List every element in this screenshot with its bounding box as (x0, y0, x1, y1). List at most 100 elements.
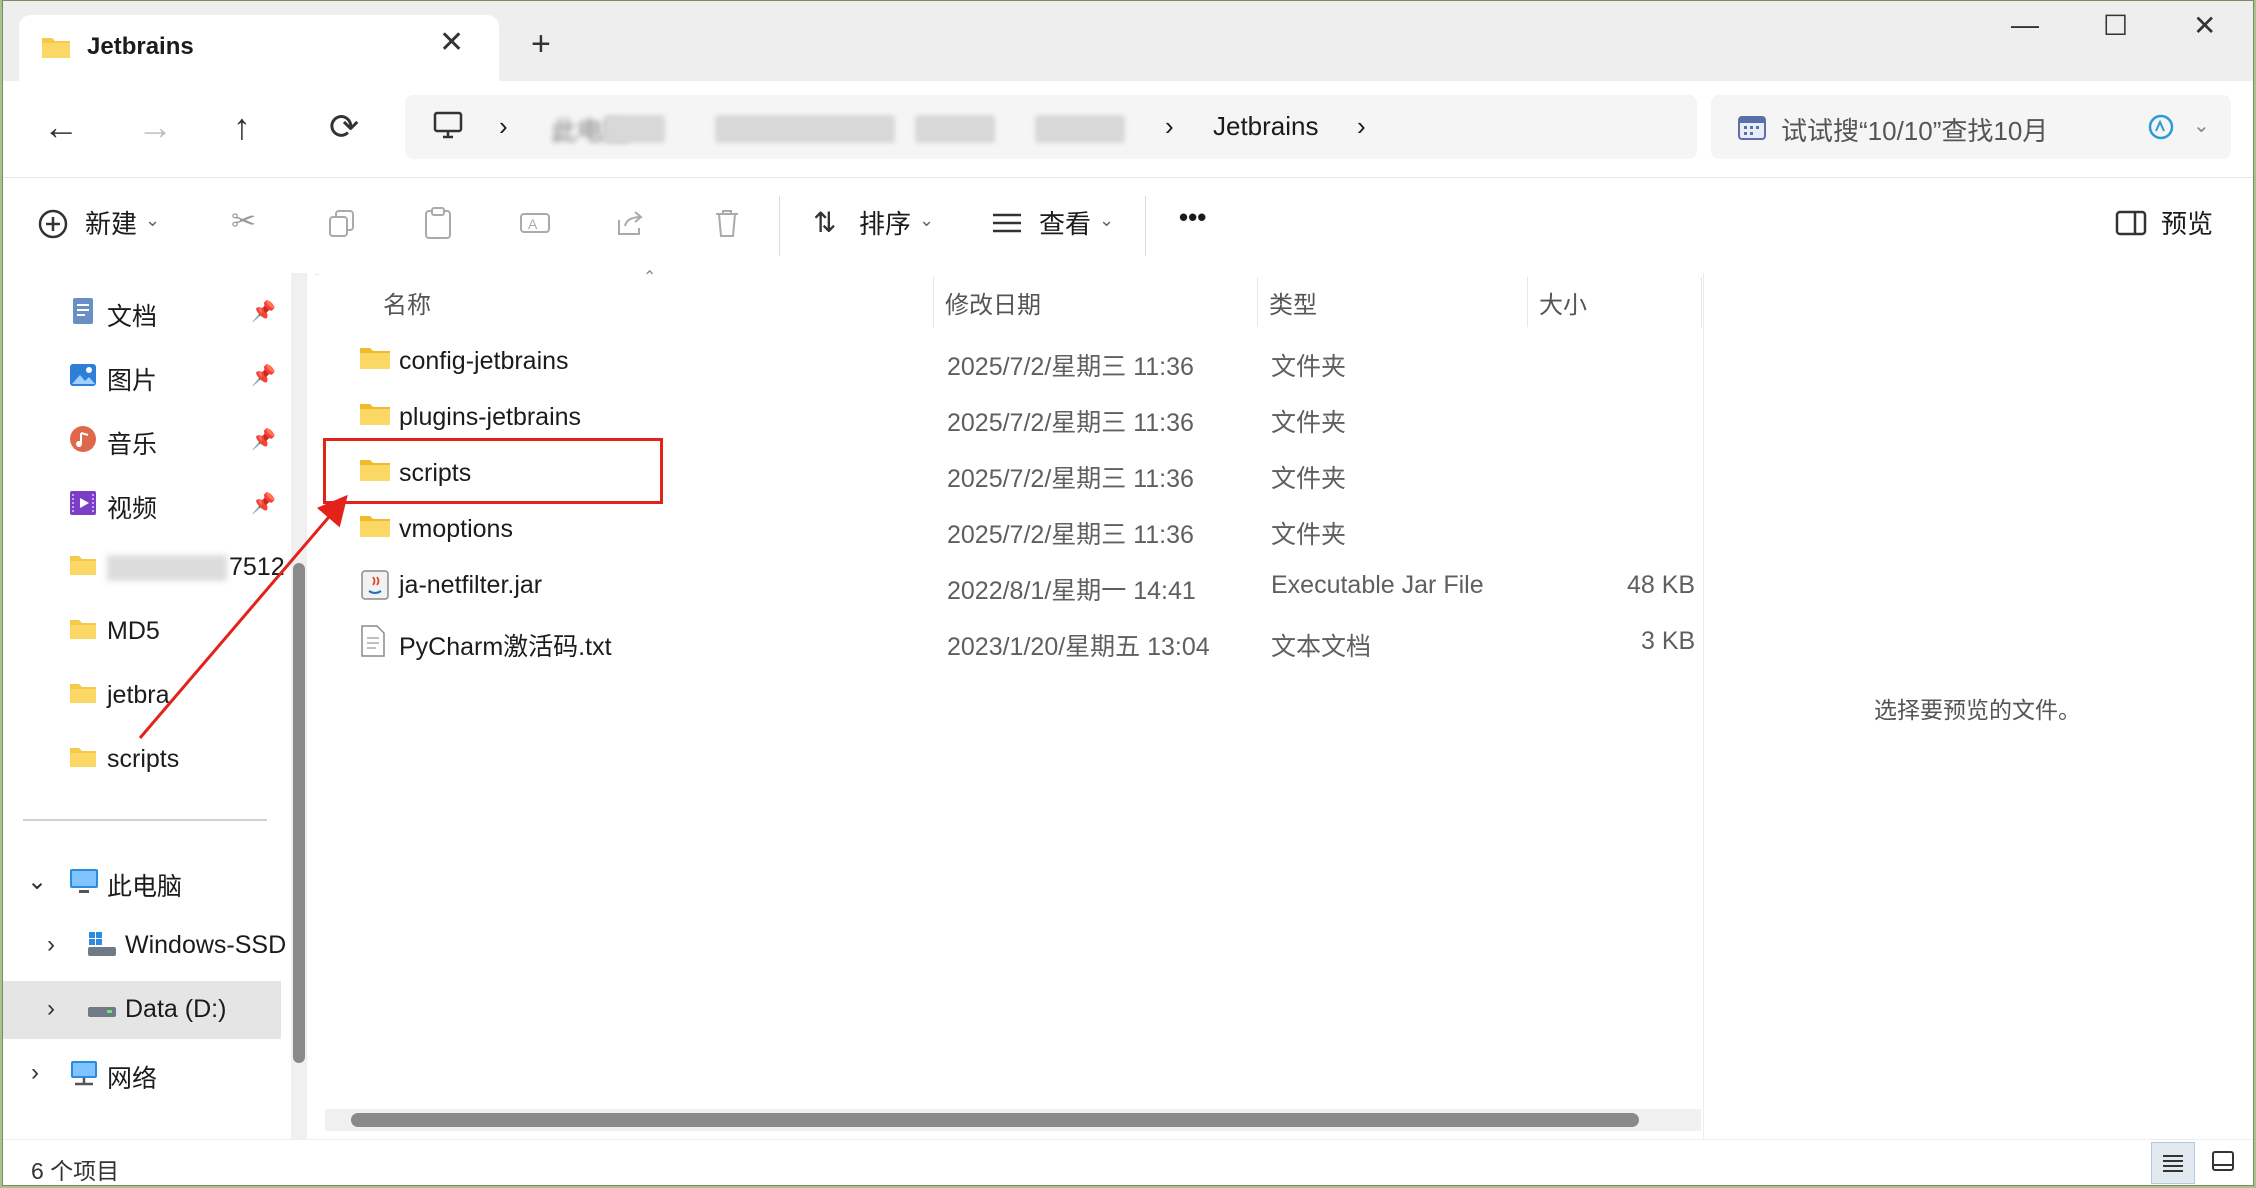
file-row[interactable]: config-jetbrains 2025/7/2/星期三 11:36 文件夹 (319, 333, 1703, 389)
new-tab-button[interactable]: + (531, 27, 551, 61)
folder-icon (41, 35, 71, 64)
chevron-right-icon[interactable]: › (47, 931, 55, 959)
column-divider[interactable] (1527, 277, 1528, 327)
sidebar-item-scripts[interactable]: scripts (3, 731, 281, 789)
file-row[interactable]: PyCharm激活码.txt 2023/1/20/星期五 13:04 文本文档 … (319, 613, 1703, 669)
sidebar-item-data-d[interactable]: › Data (D:) (3, 981, 281, 1039)
sidebar-item-label: jetbra (107, 681, 170, 709)
computer-icon (69, 867, 98, 895)
file-modified: 2025/7/2/星期三 11:36 (947, 521, 1194, 549)
search-box[interactable]: 试试搜“10/10”查找10月 ⌄ (1711, 95, 2231, 159)
scrollbar-thumb[interactable] (293, 563, 305, 1063)
forward-button[interactable]: → (137, 109, 173, 145)
sidebar-item-folder-7512[interactable]: 7512 (3, 539, 285, 597)
chevron-down-icon[interactable]: ⌄ (27, 867, 47, 896)
column-header-size[interactable]: 大小 (1539, 285, 1587, 320)
copy-icon[interactable] (327, 208, 357, 243)
file-name: config-jetbrains (399, 347, 569, 375)
column-header-modified[interactable]: 修改日期 (945, 285, 1041, 320)
sort-icon: ⇅ (813, 207, 837, 238)
paste-icon[interactable] (423, 206, 453, 245)
tab-jetbrains[interactable]: Jetbrains ✕ (19, 15, 499, 81)
delete-icon[interactable] (713, 208, 741, 243)
folder-icon (359, 513, 391, 544)
file-modified: 2025/7/2/星期三 11:36 (947, 465, 1194, 493)
file-explorer-window: Jetbrains ✕ + — ☐ ✕ ← → ↑ ⟳ › 此电脑 › Jetb… (2, 0, 2254, 1186)
horizontal-scrollbar[interactable] (325, 1109, 1701, 1131)
cut-icon[interactable]: ✂ (231, 204, 256, 239)
sidebar-item-jetbra[interactable]: jetbra (3, 667, 281, 725)
file-size: 3 KB (1641, 627, 1696, 655)
column-divider[interactable] (933, 277, 934, 327)
refresh-button[interactable]: ⟳ (329, 109, 359, 145)
sort-button[interactable]: 排序 (859, 204, 911, 241)
sidebar-item-music[interactable]: 音乐 📌 (3, 411, 281, 469)
folder-icon (359, 345, 391, 376)
more-options-button[interactable]: ••• (1179, 202, 1206, 233)
details-view-button[interactable] (2151, 1142, 2195, 1184)
column-divider[interactable] (1257, 277, 1258, 327)
file-modified: 2025/7/2/星期三 11:36 (947, 353, 1194, 381)
sidebar-item-label: 网络 (107, 1065, 158, 1093)
sidebar-item-windows-ssd[interactable]: › Windows-SSD (3, 917, 286, 975)
breadcrumb-current[interactable]: Jetbrains (1213, 111, 1319, 142)
scrollbar-thumb[interactable] (351, 1113, 1639, 1127)
navigation-scrollbar[interactable] (291, 273, 307, 1139)
sidebar-item-md5[interactable]: MD5 (3, 603, 281, 661)
preview-pane-icon (2115, 210, 2147, 241)
chevron-down-icon[interactable]: ⌄ (2193, 113, 2210, 138)
close-tab-button[interactable]: ✕ (439, 25, 464, 60)
preview-button[interactable]: 预览 (2161, 204, 2213, 241)
chevron-right-icon[interactable]: › (31, 1059, 39, 1087)
file-type: 文本文档 (1271, 633, 1372, 661)
column-header-name[interactable]: 名称 (383, 285, 431, 320)
drive-icon (87, 931, 116, 959)
pin-icon: 📌 (251, 365, 276, 387)
file-modified: 2025/7/2/星期三 11:36 (947, 409, 1194, 437)
sidebar-item-documents[interactable]: 文档 📌 (3, 283, 281, 341)
sidebar-item-label: 文档 (107, 303, 158, 331)
chevron-right-icon[interactable]: › (47, 995, 55, 1023)
search-input[interactable]: 试试搜“10/10”查找10月 (1781, 111, 2048, 148)
column-header-type[interactable]: 类型 (1269, 285, 1317, 320)
title-bar: Jetbrains ✕ + — ☐ ✕ (3, 1, 2253, 81)
address-bar[interactable]: › 此电脑 › Jetbrains › (405, 95, 1697, 159)
blurred-label (107, 555, 227, 581)
address-row: ← → ↑ ⟳ › 此电脑 › Jetbrains › 试试搜“10/10”查找… (3, 81, 2253, 177)
back-button[interactable]: ← (43, 109, 79, 145)
file-size: 48 KB (1627, 571, 1696, 599)
minimize-button[interactable]: — (2011, 9, 2039, 41)
jar-file-icon (359, 569, 391, 606)
breadcrumb-separator[interactable]: › (1165, 111, 1174, 142)
sidebar-item-label: scripts (107, 745, 180, 773)
up-button[interactable]: ↑ (233, 109, 251, 145)
column-divider[interactable] (1701, 277, 1702, 327)
breadcrumb-separator[interactable]: › (499, 111, 508, 142)
maximize-button[interactable]: ☐ (2103, 9, 2128, 42)
close-window-button[interactable]: ✕ (2193, 9, 2216, 42)
tiles-view-button[interactable] (2201, 1142, 2245, 1184)
item-count: 6 个项目 (31, 1158, 120, 1184)
sidebar-item-this-pc[interactable]: ⌄ 此电脑 (3, 853, 281, 911)
sidebar-item-pictures[interactable]: 图片 📌 (3, 347, 281, 405)
file-row[interactable]: ja-netfilter.jar 2022/8/1/星期一 14:41 Exec… (319, 557, 1703, 613)
tab-title: Jetbrains (87, 33, 194, 60)
blurred-path (605, 115, 665, 143)
pin-icon: 📌 (251, 429, 276, 451)
rename-icon[interactable]: A (519, 208, 551, 243)
new-button[interactable]: 新建 (85, 204, 137, 241)
navigation-pane: 文档 📌 图片 📌 音乐 📌 视频 📌 7512 MD5 jetbra scri… (3, 273, 315, 1139)
sidebar-item-label: Data (D:) (125, 995, 227, 1023)
sidebar-item-videos[interactable]: 视频 📌 (3, 475, 281, 533)
divider (23, 819, 267, 821)
share-icon[interactable] (615, 208, 645, 243)
folder-icon (69, 681, 97, 709)
file-row[interactable]: vmoptions 2025/7/2/星期三 11:36 文件夹 (319, 501, 1703, 557)
copilot-search-icon[interactable] (2147, 113, 2177, 148)
folder-icon (69, 617, 97, 645)
view-button[interactable]: 查看 (1039, 204, 1091, 241)
file-row[interactable]: plugins-jetbrains 2025/7/2/星期三 11:36 文件夹 (319, 389, 1703, 445)
breadcrumb-separator[interactable]: › (1357, 111, 1366, 142)
video-icon (69, 489, 97, 517)
sidebar-item-network[interactable]: › 网络 (3, 1045, 281, 1103)
